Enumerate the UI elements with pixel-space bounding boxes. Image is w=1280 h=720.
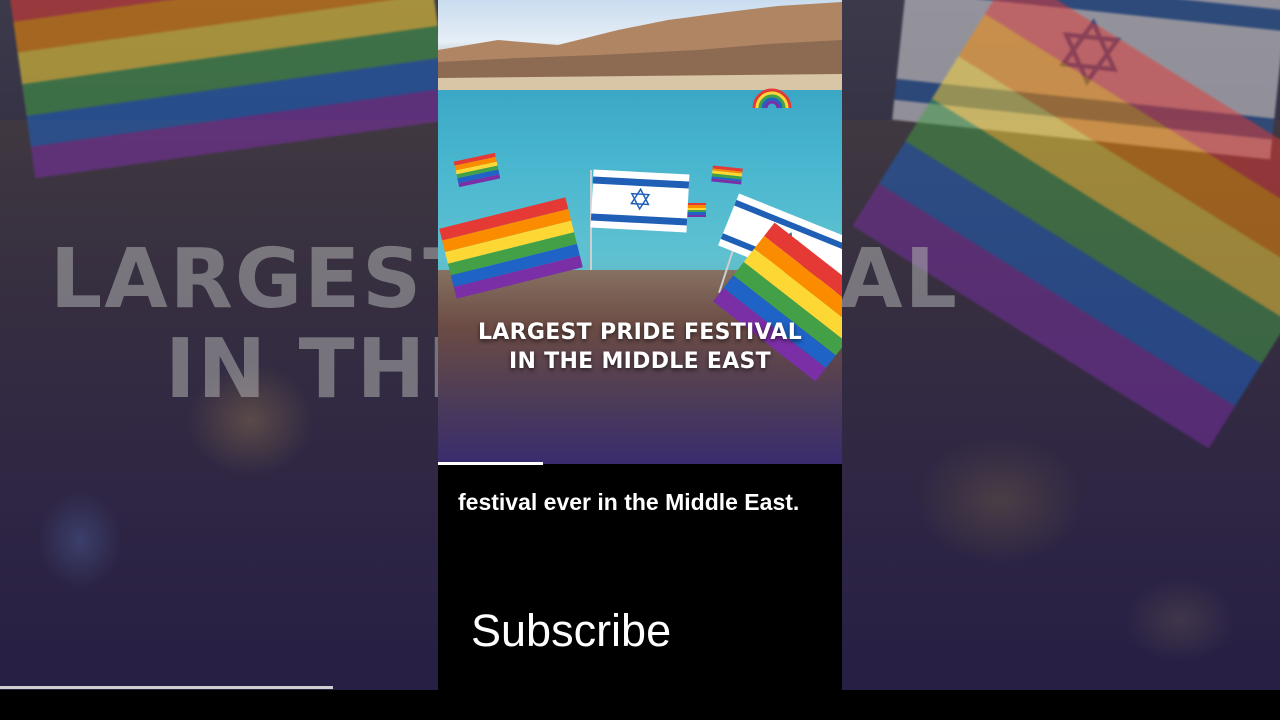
video-caption: festival ever in the Middle East. — [458, 489, 800, 515]
video-progress-fill — [438, 462, 544, 465]
video-progress-bar[interactable] — [438, 462, 842, 465]
video-player[interactable]: ✡ ✡ LARGEST PRIDE FESTIVAL IN THE MIDDLE… — [438, 0, 842, 690]
rainbow-flag-small-right — [711, 165, 743, 185]
video-overlay-title: LARGEST PRIDE FESTIVAL IN THE MIDDLE EAS… — [438, 318, 842, 376]
overlay-title-line2: IN THE MIDDLE EAST — [509, 349, 771, 374]
player-seek-bar[interactable] — [0, 686, 1280, 689]
rainbow-flag-small-left — [453, 152, 501, 188]
mountains-graphic — [438, 2, 842, 90]
video-frame-image: ✡ ✡ LARGEST PRIDE FESTIVAL IN THE MIDDLE… — [438, 0, 842, 464]
israel-flag-center: ✡ — [590, 169, 690, 233]
rainbow-stage — [750, 82, 794, 110]
overlay-title-line1: LARGEST PRIDE FESTIVAL — [477, 320, 803, 345]
player-seek-fill — [0, 686, 333, 689]
subscribe-button[interactable]: Subscribe — [471, 605, 671, 657]
star-of-david-icon: ✡ — [626, 182, 654, 219]
bottom-bar — [0, 690, 1280, 720]
